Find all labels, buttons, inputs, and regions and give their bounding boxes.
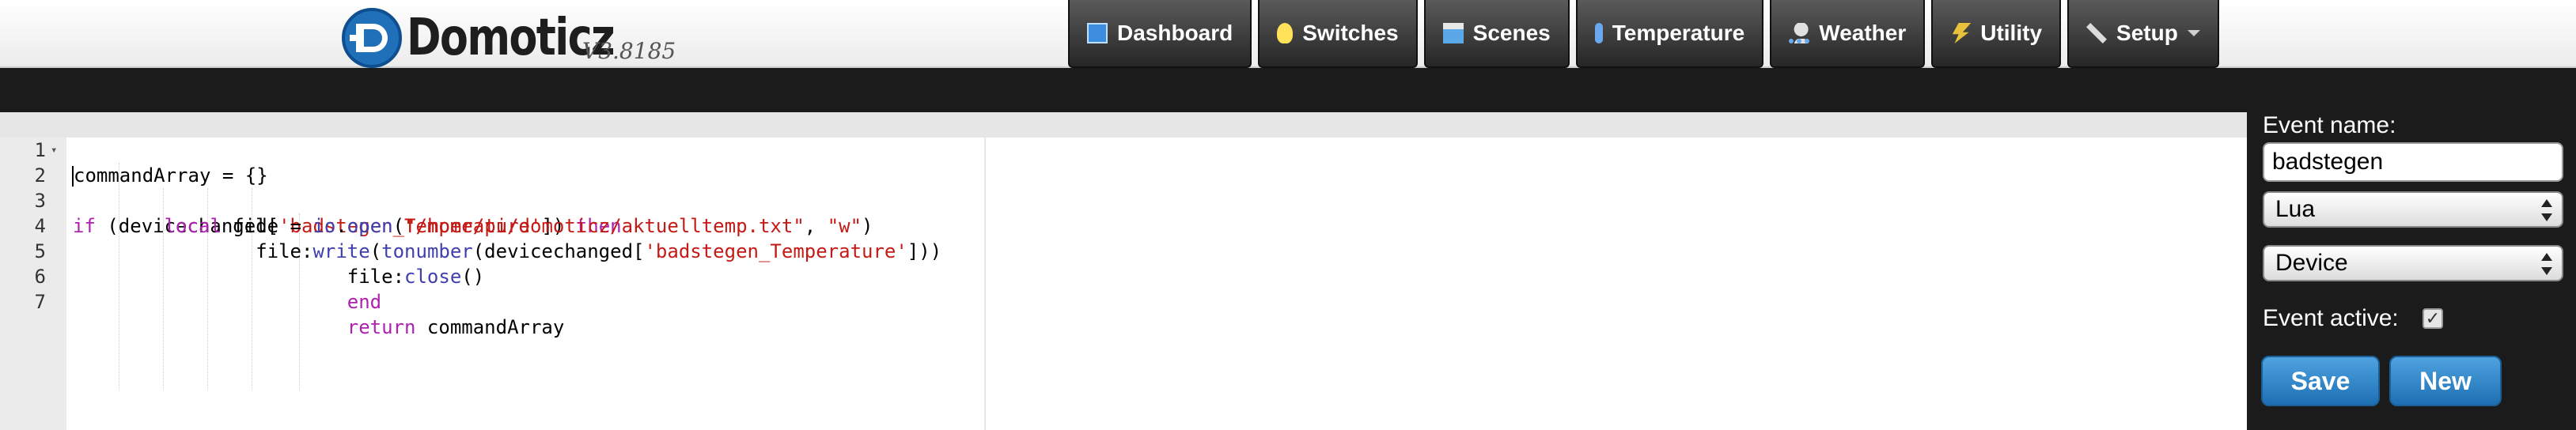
tools-icon — [2086, 23, 2108, 43]
nav-setup-button[interactable]: Setup — [2067, 0, 2219, 68]
event-type-select[interactable]: Device — [2263, 245, 2563, 281]
code-line-1[interactable]: 1 commandArray = {} — [0, 112, 2247, 187]
scenes-icon — [1442, 23, 1464, 43]
select-arrows-icon — [2541, 199, 2552, 221]
domoticz-logo[interactable]: Domoticz V3.8185 — [342, 8, 676, 68]
nav-label: Weather — [1819, 21, 1907, 45]
nav-scenes-button[interactable]: Scenes — [1423, 0, 1570, 68]
dashboard-icon — [1087, 23, 1108, 43]
select-arrows-icon — [2541, 253, 2552, 275]
lightbulb-icon — [1277, 23, 1294, 43]
code-line-2[interactable]: 2 ▾ if (devicechanged['badstegen_Tempera… — [0, 138, 2247, 237]
version-label: V3.8185 — [582, 38, 676, 64]
nav-label: Dashboard — [1117, 21, 1233, 45]
code-line-4[interactable]: 4 file:write(tonumber(devicechanged['bad… — [0, 188, 2247, 262]
domoticz-logo-icon — [342, 8, 402, 68]
code-editor[interactable]: 1 commandArray = {} 2 ▾ if (devicechange… — [0, 112, 2247, 430]
event-active-checkbox[interactable]: ✓ — [2423, 308, 2443, 329]
nav-label: Utility — [1980, 21, 2043, 45]
thermometer-icon — [1594, 23, 1603, 43]
main-nav: Dashboard Switches Scenes Temperature We… — [1068, 0, 2226, 68]
line-number: 7 — [34, 291, 46, 313]
code-text: return commandArray — [347, 316, 565, 338]
lightning-icon — [1952, 23, 1972, 43]
language-select-value: Lua — [2275, 196, 2316, 222]
code-line-5[interactable]: 5 file:close() — [0, 213, 2247, 288]
top-header: Domoticz V3.8185 Dashboard Switches Scen… — [0, 0, 2576, 68]
nav-switches-button[interactable]: Switches — [1258, 0, 1418, 68]
nav-label: Scenes — [1472, 21, 1551, 45]
chevron-down-icon — [2187, 30, 2200, 36]
weather-icon — [1789, 23, 1810, 43]
event-active-label: Event active: — [2263, 305, 2399, 331]
new-button[interactable]: New — [2389, 356, 2502, 406]
event-settings-panel: Event name: Lua Device Event active: ✓ S… — [2247, 112, 2576, 430]
save-button[interactable]: Save — [2261, 356, 2380, 406]
nav-dashboard-button[interactable]: Dashboard — [1068, 0, 1252, 68]
nav-label: Switches — [1302, 21, 1399, 45]
nav-label: Setup — [2116, 21, 2178, 45]
event-type-select-value: Device — [2275, 250, 2348, 276]
code-line-3[interactable]: 3 local file = io.open("/home/pi/domotic… — [0, 163, 2247, 237]
checkmark-icon: ✓ — [2425, 308, 2441, 328]
nav-temperature-button[interactable]: Temperature — [1575, 0, 1764, 68]
fold-arrow-icon[interactable]: ▾ — [51, 138, 57, 163]
event-name-input[interactable] — [2263, 142, 2563, 182]
nav-utility-button[interactable]: Utility — [1931, 0, 2062, 68]
code-line-6[interactable]: 6 end — [0, 239, 2247, 313]
code-text: end — [347, 291, 382, 313]
language-select[interactable]: Lua — [2263, 191, 2563, 228]
code-line-7[interactable]: 7 return commandArray — [0, 264, 2247, 338]
nav-weather-button[interactable]: Weather — [1770, 0, 1926, 68]
event-name-label: Event name: — [2263, 112, 2396, 138]
nav-label: Temperature — [1612, 21, 1745, 45]
